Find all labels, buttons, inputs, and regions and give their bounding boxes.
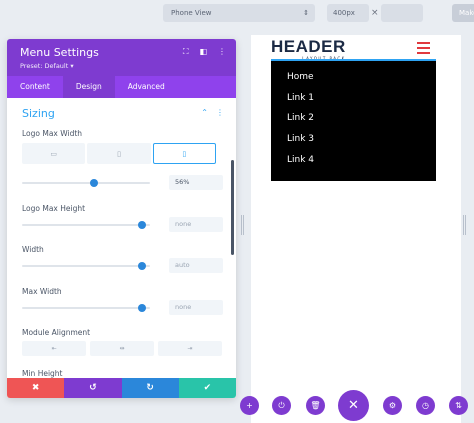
view-select-label: Phone View — [171, 9, 212, 17]
expand-icon[interactable]: ⛶ — [183, 47, 189, 57]
preview-frame: HEADER LAYOUT PACK Home Link 1 Link 2 Li… — [251, 35, 461, 423]
sort-button[interactable]: ⇅ — [449, 396, 468, 415]
logo-max-height-label: Logo Max Height — [22, 204, 86, 213]
device-selector: ▭ ▯ ▯ — [22, 143, 216, 164]
times-icon: × — [371, 8, 379, 18]
redo-button[interactable]: ↻ — [121, 378, 179, 398]
slider-knob[interactable] — [138, 262, 147, 270]
tab-design[interactable]: Design — [62, 76, 115, 98]
logo[interactable]: HEADER LAYOUT PACK — [271, 38, 346, 61]
left-resize-handle[interactable] — [241, 215, 244, 235]
preset-dropdown[interactable]: Preset: Default ▾ — [20, 62, 236, 70]
phone-icon[interactable]: ▯ — [152, 143, 216, 164]
panel-footer: ✖ ↺ ↻ ✔ — [7, 378, 236, 398]
width-value[interactable]: auto — [169, 258, 223, 273]
more-icon[interactable]: ⋮ — [218, 47, 226, 57]
trash-button[interactable]: 🗑 — [306, 396, 325, 415]
tablet-icon[interactable]: ▯ — [87, 143, 151, 164]
logo-max-height-slider[interactable] — [22, 221, 150, 229]
split-view-icon[interactable]: ◧ — [199, 47, 207, 57]
logo-max-height-value[interactable]: none — [169, 217, 223, 232]
logo-max-width-value[interactable]: 56% — [169, 175, 223, 190]
view-select[interactable]: Phone View ⇕ — [163, 4, 315, 22]
settings-button[interactable]: ⚙ — [383, 396, 402, 415]
collapse-icon[interactable]: ⌃ — [201, 108, 208, 117]
tab-advanced[interactable]: Advanced — [115, 76, 178, 98]
menu-settings-panel: Menu Settings Preset: Default ▾ ⛶ ◧ ⋮ Co… — [7, 39, 236, 398]
section-title-sizing[interactable]: Sizing — [22, 107, 55, 120]
logo-max-width-label: Logo Max Width — [22, 129, 83, 138]
select-arrows-icon: ⇕ — [303, 9, 309, 17]
width-input[interactable]: 400px — [327, 4, 369, 22]
power-button[interactable]: ⏻ — [272, 396, 291, 415]
history-button[interactable]: ◷ — [416, 396, 435, 415]
min-height-label: Min Height — [22, 369, 63, 378]
panel-body: Sizing ⌃ ⋮ Logo Max Width ▭ ▯ ▯ 56% Logo… — [7, 98, 236, 378]
max-width-label: Max Width — [22, 287, 62, 296]
desktop-icon[interactable]: ▭ — [22, 143, 86, 164]
tab-content[interactable]: Content — [7, 76, 63, 98]
panel-scrollbar[interactable] — [231, 160, 234, 255]
menu-item-link-2[interactable]: Link 2 — [271, 110, 436, 131]
module-alignment-label: Module Alignment — [22, 328, 91, 337]
logo-max-width-slider[interactable] — [22, 179, 150, 187]
make-button[interactable]: Make — [452, 4, 474, 22]
add-button[interactable]: + — [240, 396, 259, 415]
alignment-options: ⇤ ⇹ ⇥ — [22, 341, 222, 356]
undo-button[interactable]: ↺ — [64, 378, 122, 398]
max-width-slider[interactable] — [22, 304, 150, 312]
section-more-icon[interactable]: ⋮ — [216, 108, 224, 117]
logo-text: HEADER — [271, 37, 346, 56]
menu-item-link-3[interactable]: Link 3 — [271, 131, 436, 152]
panel-header: Menu Settings Preset: Default ▾ ⛶ ◧ ⋮ — [7, 39, 236, 76]
height-input[interactable] — [381, 4, 423, 22]
align-left-icon[interactable]: ⇤ — [22, 341, 86, 356]
menu-item-home[interactable]: Home — [271, 69, 436, 90]
right-resize-handle[interactable] — [463, 215, 466, 235]
width-label: Width — [22, 245, 44, 254]
max-width-value[interactable]: none — [169, 300, 223, 315]
mobile-menu-dropdown: Home Link 1 Link 2 Link 3 Link 4 — [271, 61, 436, 181]
slider-knob[interactable] — [138, 304, 147, 312]
menu-item-link-4[interactable]: Link 4 — [271, 152, 436, 173]
top-bar: Phone View ⇕ 400px × Make — [0, 0, 474, 26]
save-button[interactable]: ✔ — [178, 378, 236, 398]
menu-item-link-1[interactable]: Link 1 — [271, 90, 436, 111]
align-center-icon[interactable]: ⇹ — [90, 341, 154, 356]
cancel-button[interactable]: ✖ — [7, 378, 65, 398]
width-slider[interactable] — [22, 262, 150, 270]
panel-tabs: Content Design Advanced — [7, 76, 236, 98]
slider-knob[interactable] — [138, 221, 147, 229]
close-button[interactable]: ✕ — [338, 390, 369, 421]
hamburger-icon[interactable] — [417, 42, 430, 57]
slider-knob[interactable] — [89, 179, 98, 187]
align-right-icon[interactable]: ⇥ — [158, 341, 222, 356]
